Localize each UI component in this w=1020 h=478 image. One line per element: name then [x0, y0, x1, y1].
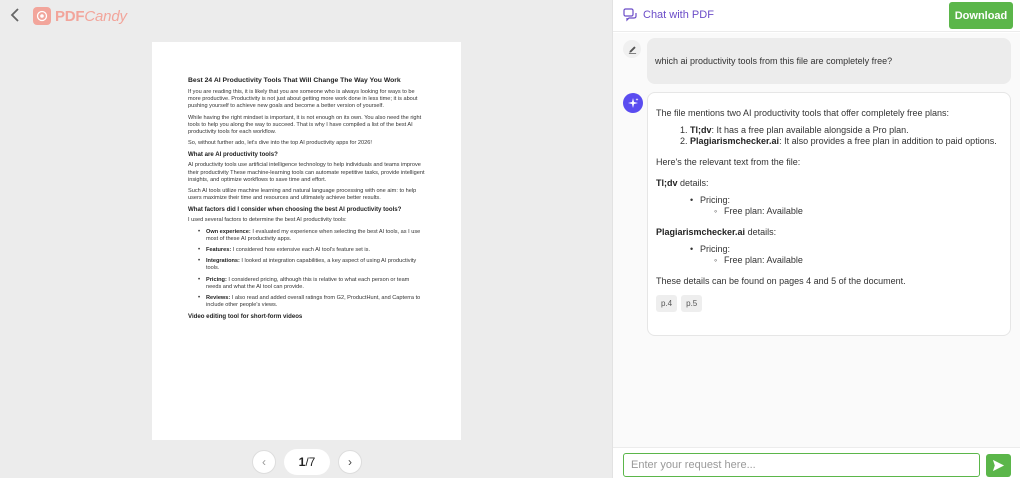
list-item: Tl;dv: It has a free plan available alon…: [690, 125, 1002, 136]
chat-pane: Chat with PDF Download which ai producti…: [612, 0, 1020, 478]
free-tools-list: Tl;dv: It has a free plan available alon…: [656, 125, 1002, 147]
chat-bubbles-icon: [623, 8, 637, 22]
ai-message: The file mentions two AI productivity to…: [647, 92, 1011, 336]
list-item: Free plan: Available: [690, 255, 1002, 266]
list-item: Plagiarismchecker.ai: It also provides a…: [690, 136, 1002, 147]
user-avatar: [623, 40, 641, 58]
list-item: Own experience: I evaluated my experienc…: [198, 229, 425, 243]
ai-text: The file mentions two AI productivity to…: [656, 108, 949, 118]
chat-title: Chat with PDF: [623, 8, 714, 22]
send-button[interactable]: [986, 454, 1011, 477]
list-item: Free plan: Available: [690, 206, 1002, 217]
doc-heading: Video editing tool for short-form videos: [188, 313, 303, 321]
pdf-page: Best 24 AI Productivity Tools That Will …: [152, 42, 461, 440]
chat-messages: which ai productivity tools from this fi…: [613, 33, 1020, 447]
logo-text: PDFCandy: [55, 7, 127, 25]
doc-heading: What are AI productivity tools?: [188, 151, 278, 159]
pricing-list: Pricing: Free plan: Available: [656, 244, 1002, 266]
candy-logo-icon: [33, 7, 51, 25]
prev-page-button[interactable]: ‹: [252, 450, 276, 474]
page-chip-4[interactable]: p.4: [656, 295, 678, 312]
list-item: Integrations: I looked at integration ca…: [198, 258, 425, 272]
sparkle-icon: [628, 98, 639, 108]
list-item: Reviews: I also read and added overall r…: [198, 295, 425, 309]
doc-title: Best 24 AI Productivity Tools That Will …: [188, 77, 401, 84]
request-input[interactable]: [623, 453, 980, 477]
pencil-icon: [628, 45, 636, 54]
list-item: Features: I considered how extensive eac…: [198, 247, 425, 254]
ai-tool-heading: Tl;dv details:: [656, 178, 709, 188]
user-message: which ai productivity tools from this fi…: [647, 38, 1011, 84]
viewer-topbar: PDFCandy: [0, 0, 612, 32]
chat-header: Chat with PDF Download: [613, 0, 1020, 32]
doc-paragraph: AI productivity tools use artificial int…: [188, 162, 425, 183]
ai-text: Here's the relevant text from the file:: [656, 157, 801, 167]
doc-paragraph: Such AI tools utilize machine learning a…: [188, 188, 417, 202]
list-item: Pricing:: [690, 244, 1002, 255]
factors-list: Own experience: I evaluated my experienc…: [188, 229, 425, 310]
page-reference-chips: p.4 p.5: [656, 295, 1002, 312]
doc-paragraph: While having the right mindset is import…: [188, 114, 422, 136]
page-counter: 1/7: [284, 449, 330, 475]
pdf-viewer-pane: PDFCandy Best 24 AI Productivity Tools T…: [0, 0, 612, 478]
pdfcandy-logo[interactable]: PDFCandy: [33, 7, 127, 25]
chevron-left-icon: ‹: [262, 455, 266, 469]
doc-heading: What factors did I consider when choosin…: [188, 206, 402, 214]
ai-text: These details can be found on pages 4 an…: [656, 276, 906, 286]
list-item: Pricing:: [690, 195, 1002, 206]
doc-paragraph: I used several factors to determine the …: [188, 217, 347, 224]
download-button[interactable]: Download: [949, 2, 1013, 29]
list-item: Pricing: I considered pricing, although …: [198, 277, 425, 291]
ai-avatar: [623, 93, 643, 113]
page-chip-5[interactable]: p.5: [681, 295, 703, 312]
page-navigator: ‹ 1/7 ›: [252, 449, 362, 475]
send-arrow-icon: [992, 459, 1005, 472]
chevron-right-icon: ›: [348, 455, 352, 469]
pricing-list: Pricing: Free plan: Available: [656, 195, 1002, 217]
doc-paragraph: If you are reading this, it is likely th…: [188, 89, 418, 110]
doc-paragraph: So, without further ado, let's dive into…: [188, 140, 372, 147]
next-page-button[interactable]: ›: [338, 450, 362, 474]
back-arrow-icon[interactable]: [6, 6, 24, 26]
ai-tool-heading: Plagiarismchecker.ai details:: [656, 227, 777, 237]
chat-input-row: [613, 447, 1020, 478]
